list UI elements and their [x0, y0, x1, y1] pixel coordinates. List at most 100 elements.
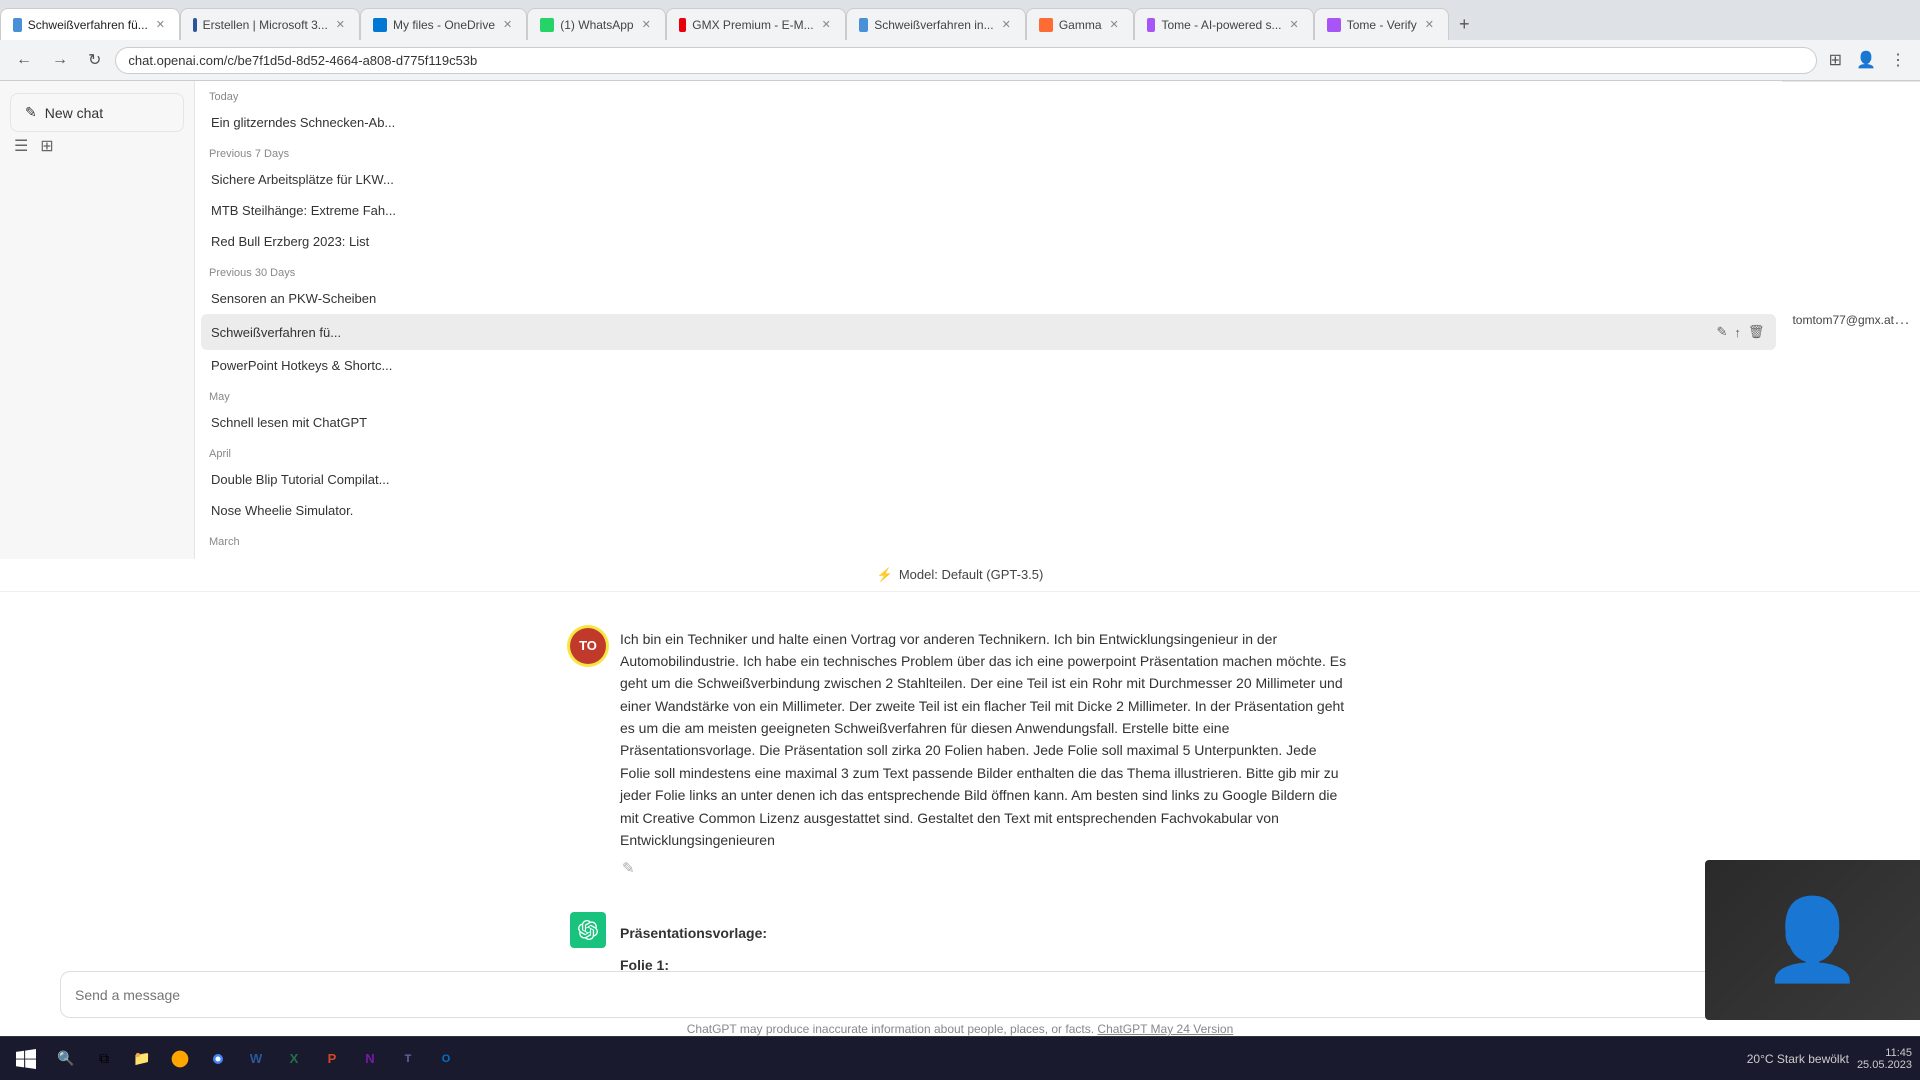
tab-onedrive[interactable]: My files - OneDrive ✕ [360, 8, 527, 40]
taskbar-outlook[interactable]: O [428, 1041, 464, 1077]
close-tab-6[interactable]: ✕ [1000, 18, 1013, 31]
browser-menu-icon[interactable]: ⋮ [1886, 46, 1910, 74]
user-message-content: Ich bin ein Techniker und halte einen Vo… [620, 628, 1350, 880]
taskbar-excel[interactable]: X [276, 1041, 312, 1077]
favicon-tome2 [1327, 18, 1341, 32]
new-chat-icon: ✎ [25, 104, 37, 121]
sidebar-icon-2[interactable]: ⊞ [36, 132, 57, 160]
edit-chat-button[interactable]: ✎ [1715, 322, 1730, 342]
taskbar-search[interactable]: 🔍 [48, 1041, 84, 1077]
taskbar-explorer[interactable]: 📁 [124, 1041, 160, 1077]
favicon-gmx [679, 18, 686, 32]
reload-button[interactable]: ↻ [82, 48, 107, 72]
new-chat-button[interactable]: ✎ New chat [10, 93, 184, 132]
response-title: Präsentationsvorlage: [620, 922, 1350, 944]
tab-schweissverfahren2[interactable]: Schweißverfahren in... ✕ [846, 8, 1026, 40]
taskbar-onenote[interactable]: N [352, 1041, 388, 1077]
sidebar-item-redbull[interactable]: Red Bull Erzberg 2023: List [201, 226, 1776, 257]
user-avatar: TO [570, 628, 606, 664]
disclaimer-link[interactable]: ChatGPT May 24 Version [1097, 1022, 1233, 1036]
model-label: Model: Default (GPT-3.5) [899, 567, 1044, 582]
taskbar-powerpoint[interactable]: P [314, 1041, 350, 1077]
sidebar-icon-1[interactable]: ☰ [10, 132, 32, 160]
share-chat-button[interactable]: ↑ [1732, 322, 1743, 342]
close-tab-4[interactable]: ✕ [640, 18, 653, 31]
back-button[interactable]: ← [10, 49, 38, 71]
main-content: ⚡ Model: Default (GPT-3.5) TO Ich bin ei… [0, 559, 1920, 1037]
address-input[interactable] [115, 47, 1816, 74]
user-email: tomtom77@gmx.at [1792, 313, 1894, 327]
favicon-chatgpt2 [859, 18, 868, 32]
trash-chat-button[interactable]: 🗑 [1746, 322, 1767, 342]
close-tab-8[interactable]: ✕ [1288, 18, 1301, 31]
favicon-onedrive [373, 18, 387, 32]
close-tab-5[interactable]: ✕ [820, 18, 833, 31]
forward-button[interactable]: → [46, 49, 74, 71]
edit-message-button[interactable]: ✎ [620, 857, 637, 879]
favicon-whatsapp [540, 18, 554, 32]
close-tab-7[interactable]: ✕ [1108, 18, 1121, 31]
extensions-icon[interactable]: ⊞ [1825, 46, 1846, 74]
taskbar-teams[interactable]: T [390, 1041, 426, 1077]
active-item-actions: ✎ ↑ 🗑 [1715, 322, 1767, 342]
browser-chrome: Schweißverfahren fü... ✕ Erstellen | Mic… [0, 0, 1920, 81]
chat-area: TO Ich bin ein Techniker und halte einen… [0, 592, 1920, 972]
start-button[interactable] [8, 1041, 44, 1077]
tab-gamma[interactable]: Gamma ✕ [1026, 8, 1134, 40]
close-tab-3[interactable]: ✕ [501, 18, 514, 31]
section-today: Today [201, 81, 1776, 107]
favicon-chatgpt [13, 18, 22, 32]
tab-microsoft[interactable]: Erstellen | Microsoft 3... ✕ [180, 8, 360, 40]
taskbar-firefox[interactable] [162, 1041, 198, 1077]
new-tab-button[interactable]: + [1449, 8, 1480, 40]
input-wrapper: ➤ ChatGPT may produce inaccurate informa… [0, 971, 1920, 1036]
close-tab-1[interactable]: ✕ [154, 18, 167, 31]
taskbar-word[interactable]: W [238, 1041, 274, 1077]
person-icon: 👤 [1763, 893, 1863, 987]
taskbar-chrome[interactable] [200, 1041, 236, 1077]
sidebar-item-insurance[interactable]: Insurance Cost for Diesel Car [201, 552, 1776, 559]
model-badge: ⚡ Model: Default (GPT-3.5) [877, 567, 1044, 583]
close-tab-9[interactable]: ✕ [1423, 18, 1436, 31]
address-bar-row: ← → ↻ ⊞ 👤 ⋮ [0, 40, 1920, 80]
section-prev7: Previous 7 Days [201, 138, 1776, 164]
chrome-icon [208, 1049, 228, 1069]
assistant-message: Präsentationsvorlage: Folie 1: • Titel: … [510, 896, 1410, 971]
windows-icon [16, 1049, 36, 1069]
section-march: March [201, 526, 1776, 552]
tab-schweissverfahren[interactable]: Schweißverfahren fü... ✕ [0, 8, 180, 40]
tab-tome1[interactable]: Tome - AI-powered s... ✕ [1134, 8, 1314, 40]
sidebar-item-powerpoint[interactable]: PowerPoint Hotkeys & Shortc... [201, 350, 1776, 381]
video-placeholder: 👤 [1705, 860, 1920, 1020]
sidebar-nav: Today Ein glitzerndes Schnecken-Ab... Pr… [195, 81, 1782, 559]
favicon-microsoft [193, 18, 197, 32]
profile-icon[interactable]: 👤 [1852, 46, 1880, 74]
sidebar-item-schweissverfahren[interactable]: Schweißverfahren fü... ✎ ↑ 🗑 [201, 314, 1776, 350]
sidebar-item-mtb[interactable]: MTB Steilhänge: Extreme Fah... [201, 195, 1776, 226]
sidebar-item-doubleblip[interactable]: Double Blip Tutorial Compilat... [201, 464, 1776, 495]
sidebar-item-glitzerndes[interactable]: Ein glitzerndes Schnecken-Ab... [201, 107, 1776, 138]
app-container: ✎ New chat ☰ ⊞ Today Ein glitzerndes Sch… [0, 81, 1920, 559]
user-message: TO Ich bin ein Techniker und halte einen… [510, 612, 1410, 896]
firefox-icon [170, 1049, 190, 1069]
video-overlay: 👤 [1705, 860, 1920, 1020]
sidebar-item-sichere[interactable]: Sichere Arbeitsplätze für LKW... [201, 164, 1776, 195]
sidebar-item-nosewheellie[interactable]: Nose Wheelie Simulator. [201, 495, 1776, 526]
tab-tome2[interactable]: Tome - Verify ✕ [1314, 8, 1449, 40]
tab-gmx[interactable]: GMX Premium - E-M... ✕ [666, 8, 846, 40]
taskbar-taskview[interactable]: ⧉ [86, 1041, 122, 1077]
assistant-message-content: Präsentationsvorlage: Folie 1: • Titel: … [620, 912, 1350, 971]
section-april: April [201, 438, 1776, 464]
tab-whatsapp[interactable]: (1) WhatsApp ✕ [527, 8, 666, 40]
sidebar-footer: tomtom77@gmx.at … [1782, 81, 1920, 559]
section-prev30: Previous 30 Days [201, 257, 1776, 283]
close-tab-2[interactable]: ✕ [334, 18, 347, 31]
input-row: ➤ [60, 971, 1860, 1018]
sidebar-item-schnelllesen[interactable]: Schnell lesen mit ChatGPT [201, 407, 1776, 438]
user-more-button[interactable]: … [1894, 311, 1910, 329]
sidebar-item-sensoren[interactable]: Sensoren an PKW-Scheiben [201, 283, 1776, 314]
new-chat-label: New chat [45, 105, 103, 121]
browser-toolbar: ⊞ 👤 ⋮ [1825, 46, 1910, 74]
chat-input[interactable] [75, 987, 1812, 1003]
taskbar: 🔍 ⧉ 📁 W X P N T O 20°C Stark bewölkt 11:… [0, 1036, 1920, 1080]
